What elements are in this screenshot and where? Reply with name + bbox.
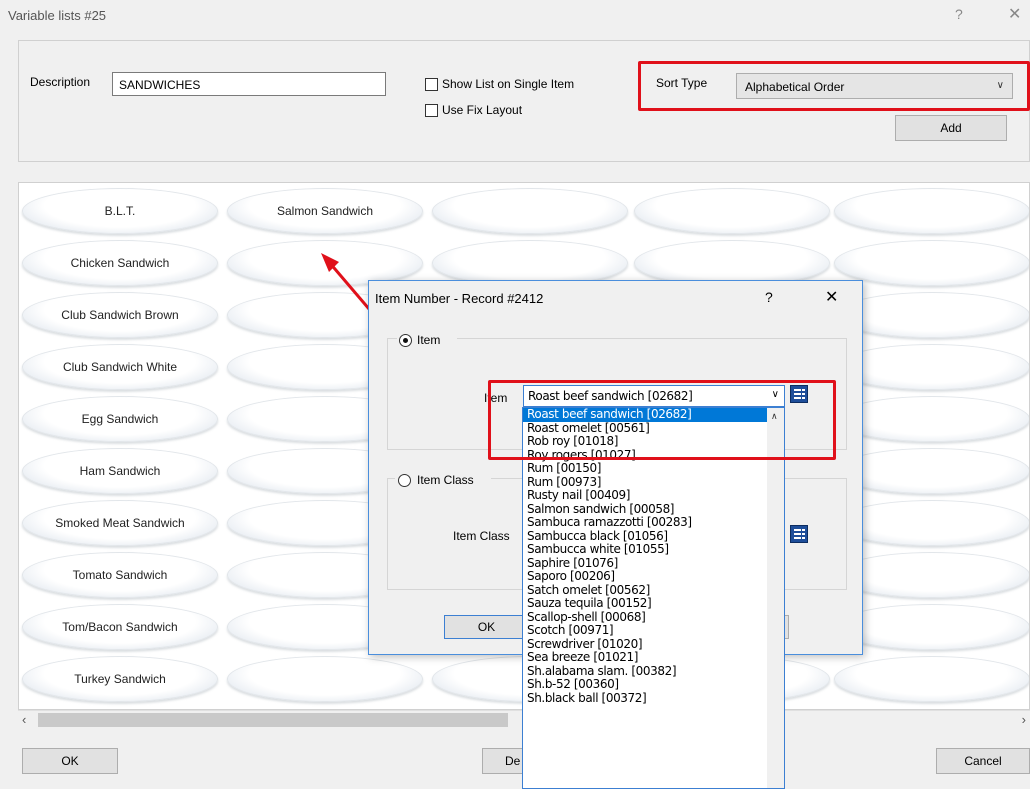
sort-type-highlight bbox=[638, 61, 1030, 111]
item-class-radio-row[interactable]: Item Class bbox=[395, 471, 491, 489]
grid-button-empty[interactable] bbox=[834, 656, 1029, 702]
grid-button-empty[interactable] bbox=[834, 396, 1029, 442]
show-list-checkbox[interactable] bbox=[425, 78, 438, 91]
grid-button-empty[interactable] bbox=[834, 188, 1029, 234]
dropdown-option[interactable]: Rusty nail [00409] bbox=[523, 488, 784, 503]
dropdown-scrollbar[interactable]: ∧ bbox=[767, 408, 784, 788]
grid-button[interactable]: Salmon Sandwich bbox=[227, 188, 423, 234]
dropdown-option[interactable]: Sh.black ball [00372] bbox=[523, 691, 784, 706]
dropdown-option[interactable]: Sea breeze [01021] bbox=[523, 650, 784, 665]
dropdown-option[interactable]: Saporo [00206] bbox=[523, 569, 784, 584]
help-icon[interactable]: ? bbox=[955, 6, 963, 22]
item-class-field-label: Item Class bbox=[453, 529, 510, 543]
dropdown-option[interactable]: Scallop-shell [00068] bbox=[523, 610, 784, 625]
dialog-close-icon[interactable]: ✕ bbox=[825, 287, 838, 307]
description-input[interactable]: SANDWICHES bbox=[112, 72, 386, 96]
close-icon[interactable]: ✕ bbox=[1008, 4, 1021, 24]
dropdown-option[interactable]: Satch omelet [00562] bbox=[523, 583, 784, 598]
dropdown-option[interactable]: Sh.alabama slam. [00382] bbox=[523, 664, 784, 679]
dialog-title: Item Number - Record #2412 bbox=[375, 291, 544, 306]
dropdown-option[interactable]: Sambuca ramazzotti [00283] bbox=[523, 515, 784, 530]
grid-button-empty[interactable] bbox=[834, 448, 1029, 494]
dropdown-option[interactable]: Scotch [00971] bbox=[523, 623, 784, 638]
dropdown-option[interactable]: Sambucca black [01056] bbox=[523, 529, 784, 544]
item-class-radio-label: Item Class bbox=[417, 473, 474, 487]
fix-layout-label: Use Fix Layout bbox=[442, 103, 523, 117]
dropdown-option[interactable]: Sambucca white [01055] bbox=[523, 542, 784, 557]
dropdown-option[interactable]: Saphire [01076] bbox=[523, 556, 784, 571]
grid-button-empty[interactable] bbox=[834, 240, 1029, 286]
dropdown-option[interactable]: Sauza tequila [00152] bbox=[523, 596, 784, 611]
item-class-list-icon[interactable] bbox=[790, 525, 808, 543]
delete-button[interactable]: De bbox=[482, 748, 524, 774]
window-title: Variable lists #25 bbox=[8, 8, 107, 23]
grid-button[interactable]: Ham Sandwich bbox=[22, 448, 218, 494]
item-radio[interactable] bbox=[399, 334, 412, 347]
scroll-right-icon[interactable]: › bbox=[1022, 712, 1026, 727]
dropdown-option[interactable]: Salmon sandwich [00058] bbox=[523, 502, 784, 517]
grid-button[interactable]: Tom/Bacon Sandwich bbox=[22, 604, 218, 650]
item-radio-label: Item bbox=[417, 333, 441, 347]
item-select-highlight bbox=[488, 380, 836, 460]
dropdown-option[interactable]: Rum [00973] bbox=[523, 475, 784, 490]
item-dropdown-list[interactable]: Roast beef sandwich [02682] Roast omelet… bbox=[522, 407, 785, 789]
grid-button-empty[interactable] bbox=[634, 188, 830, 234]
grid-button-empty[interactable] bbox=[227, 656, 423, 702]
item-class-radio[interactable] bbox=[398, 474, 411, 487]
fix-layout-checkbox[interactable] bbox=[425, 104, 438, 117]
ok-button[interactable]: OK bbox=[22, 748, 118, 774]
grid-button-empty[interactable] bbox=[834, 604, 1029, 650]
dropdown-option[interactable]: Screwdriver [01020] bbox=[523, 637, 784, 652]
grid-button[interactable]: Egg Sandwich bbox=[22, 396, 218, 442]
grid-button[interactable]: Smoked Meat Sandwich bbox=[22, 500, 218, 546]
grid-button-empty[interactable] bbox=[834, 344, 1029, 390]
grid-button-empty[interactable] bbox=[432, 188, 628, 234]
grid-button-empty[interactable] bbox=[834, 500, 1029, 546]
dialog-help-icon[interactable]: ? bbox=[765, 289, 773, 305]
grid-button[interactable]: Chicken Sandwich bbox=[22, 240, 218, 286]
grid-button[interactable]: Club Sandwich White bbox=[22, 344, 218, 390]
cancel-button[interactable]: Cancel bbox=[936, 748, 1030, 774]
dialog-ok-button[interactable]: OK bbox=[444, 615, 529, 639]
grid-button-empty[interactable] bbox=[834, 552, 1029, 598]
dropdown-option[interactable]: Rum [00150] bbox=[523, 461, 784, 476]
scroll-left-icon[interactable]: ‹ bbox=[22, 712, 26, 727]
grid-button[interactable]: Tomato Sandwich bbox=[22, 552, 218, 598]
description-label: Description bbox=[30, 75, 91, 89]
item-radio-row[interactable]: Item bbox=[397, 331, 457, 349]
scroll-thumb[interactable] bbox=[38, 713, 508, 727]
grid-button[interactable]: Turkey Sandwich bbox=[22, 656, 218, 702]
grid-button[interactable]: B.L.T. bbox=[22, 188, 218, 234]
grid-button[interactable]: Club Sandwich Brown bbox=[22, 292, 218, 338]
add-button[interactable]: Add bbox=[895, 115, 1007, 141]
dropdown-option[interactable]: Sh.b-52 [00360] bbox=[523, 677, 784, 692]
show-list-label: Show List on Single Item bbox=[442, 77, 575, 91]
grid-button-empty[interactable] bbox=[834, 292, 1029, 338]
